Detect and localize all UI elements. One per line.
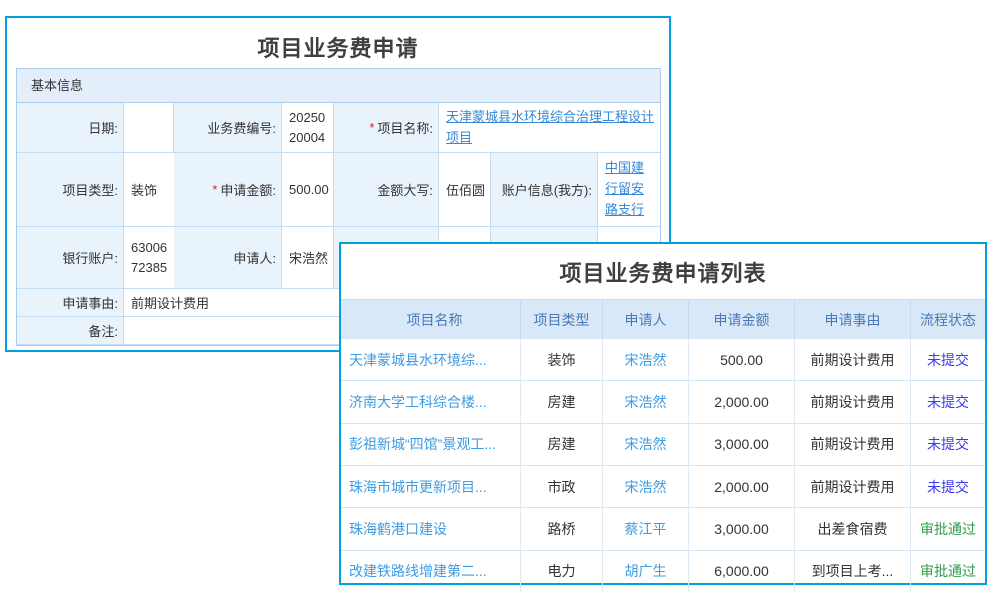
reason-cell: 出差食宿费 bbox=[795, 508, 911, 549]
section-title-basic-info: 基本信息 bbox=[17, 69, 660, 103]
project-type-cell: 路桥 bbox=[521, 508, 603, 549]
amount-value: 500.00 bbox=[282, 153, 334, 227]
table-row: 彭祖新城“四馆”景观工... 房建 宋浩然 3,000.00 前期设计费用 未提… bbox=[341, 423, 985, 465]
amount-label: * 申请金额: bbox=[174, 153, 282, 227]
applicant-link[interactable]: 蔡江平 bbox=[625, 519, 667, 539]
reason-cell: 前期设计费用 bbox=[795, 381, 911, 422]
required-mark: * bbox=[369, 120, 374, 135]
table-row: 珠海市城市更新项目... 市政 宋浩然 2,000.00 前期设计费用 未提交 bbox=[341, 465, 985, 507]
account-info-label: 账户信息(我方): bbox=[491, 153, 598, 227]
project-name-link[interactable]: 珠海市城市更新项目... bbox=[349, 477, 487, 497]
list-table-header: 项目名称 项目类型 申请人 申请金额 申请事由 流程状态 bbox=[341, 299, 985, 339]
date-value bbox=[124, 103, 174, 153]
form-window-title: 项目业务费申请 bbox=[7, 18, 669, 63]
account-info-link[interactable]: 中国建行留安路支行 bbox=[605, 158, 656, 220]
applicant-link[interactable]: 宋浩然 bbox=[625, 477, 667, 497]
reason-label: 申请事由: bbox=[17, 289, 124, 317]
applicant-link[interactable]: 宋浩然 bbox=[625, 434, 667, 454]
amount-caps-label: 金额大写: bbox=[334, 153, 439, 227]
business-fee-list-window: 项目业务费申请列表 项目名称 项目类型 申请人 申请金额 申请事由 流程状态 天… bbox=[339, 242, 987, 585]
header-project-name: 项目名称 bbox=[341, 300, 521, 339]
bank-account-value: 6300672385 bbox=[131, 238, 170, 277]
required-mark: * bbox=[212, 182, 217, 197]
remark-label: 备注: bbox=[17, 317, 124, 345]
applicant-label: 申请人: bbox=[174, 227, 282, 289]
status-badge[interactable]: 审批通过 bbox=[920, 519, 976, 539]
project-type-value: 装饰 bbox=[124, 153, 174, 227]
reason-cell: 前期设计费用 bbox=[795, 339, 911, 380]
list-window-title: 项目业务费申请列表 bbox=[341, 244, 985, 299]
fee-number-label: 业务费编号: bbox=[174, 103, 282, 153]
header-project-type: 项目类型 bbox=[521, 300, 603, 339]
header-applicant: 申请人 bbox=[603, 300, 689, 339]
table-row: 天津蒙城县水环境综... 装饰 宋浩然 500.00 前期设计费用 未提交 bbox=[341, 339, 985, 380]
project-type-cell: 房建 bbox=[521, 424, 603, 465]
project-type-cell: 装饰 bbox=[521, 339, 603, 380]
status-badge[interactable]: 审批通过 bbox=[920, 561, 976, 581]
table-row: 济南大学工科综合楼... 房建 宋浩然 2,000.00 前期设计费用 未提交 bbox=[341, 380, 985, 422]
amount-cell: 2,000.00 bbox=[689, 466, 795, 507]
applicant-link[interactable]: 宋浩然 bbox=[625, 392, 667, 412]
amount-cell: 3,000.00 bbox=[689, 424, 795, 465]
project-type-cell: 电力 bbox=[521, 551, 603, 592]
header-reason: 申请事由 bbox=[795, 300, 911, 339]
status-badge[interactable]: 未提交 bbox=[927, 477, 969, 497]
project-name-link[interactable]: 彭祖新城“四馆”景观工... bbox=[349, 434, 496, 454]
table-row: 珠海鹤港口建设 路桥 蔡江平 3,000.00 出差食宿费 审批通过 bbox=[341, 507, 985, 549]
header-status: 流程状态 bbox=[911, 300, 985, 339]
amount-cell: 6,000.00 bbox=[689, 551, 795, 592]
amount-cell: 2,000.00 bbox=[689, 381, 795, 422]
table-row: 改建铁路线增建第二... 电力 胡广生 6,000.00 到项目上考... 审批… bbox=[341, 550, 985, 592]
applicant-value: 宋浩然 bbox=[282, 227, 334, 289]
applicant-link[interactable]: 宋浩然 bbox=[625, 350, 667, 370]
project-name-link[interactable]: 改建铁路线增建第二... bbox=[349, 561, 487, 581]
status-badge[interactable]: 未提交 bbox=[927, 350, 969, 370]
project-name-link[interactable]: 天津蒙城县水环境综合治理工程设计项目 bbox=[446, 107, 656, 149]
reason-cell: 到项目上考... bbox=[795, 551, 911, 592]
reason-cell: 前期设计费用 bbox=[795, 424, 911, 465]
project-name-link[interactable]: 珠海鹤港口建设 bbox=[349, 519, 447, 539]
project-name-label: * 项目名称: bbox=[334, 103, 439, 153]
status-badge[interactable]: 未提交 bbox=[927, 392, 969, 412]
bank-account-label: 银行账户: bbox=[17, 227, 124, 289]
status-badge[interactable]: 未提交 bbox=[927, 434, 969, 454]
project-type-cell: 市政 bbox=[521, 466, 603, 507]
fee-number-value: 2025020004 bbox=[289, 108, 329, 147]
applicant-link[interactable]: 胡广生 bbox=[625, 561, 667, 581]
project-type-cell: 房建 bbox=[521, 381, 603, 422]
amount-caps-value: 伍佰圆 bbox=[439, 153, 491, 227]
header-amount: 申请金额 bbox=[689, 300, 795, 339]
project-type-label: 项目类型: bbox=[17, 153, 124, 227]
amount-cell: 500.00 bbox=[689, 339, 795, 380]
amount-cell: 3,000.00 bbox=[689, 508, 795, 549]
list-table-body: 天津蒙城县水环境综... 装饰 宋浩然 500.00 前期设计费用 未提交 济南… bbox=[341, 339, 985, 592]
project-name-link[interactable]: 济南大学工科综合楼... bbox=[349, 392, 487, 412]
project-name-link[interactable]: 天津蒙城县水环境综... bbox=[349, 350, 487, 370]
date-label: 日期: bbox=[17, 103, 124, 153]
reason-cell: 前期设计费用 bbox=[795, 466, 911, 507]
